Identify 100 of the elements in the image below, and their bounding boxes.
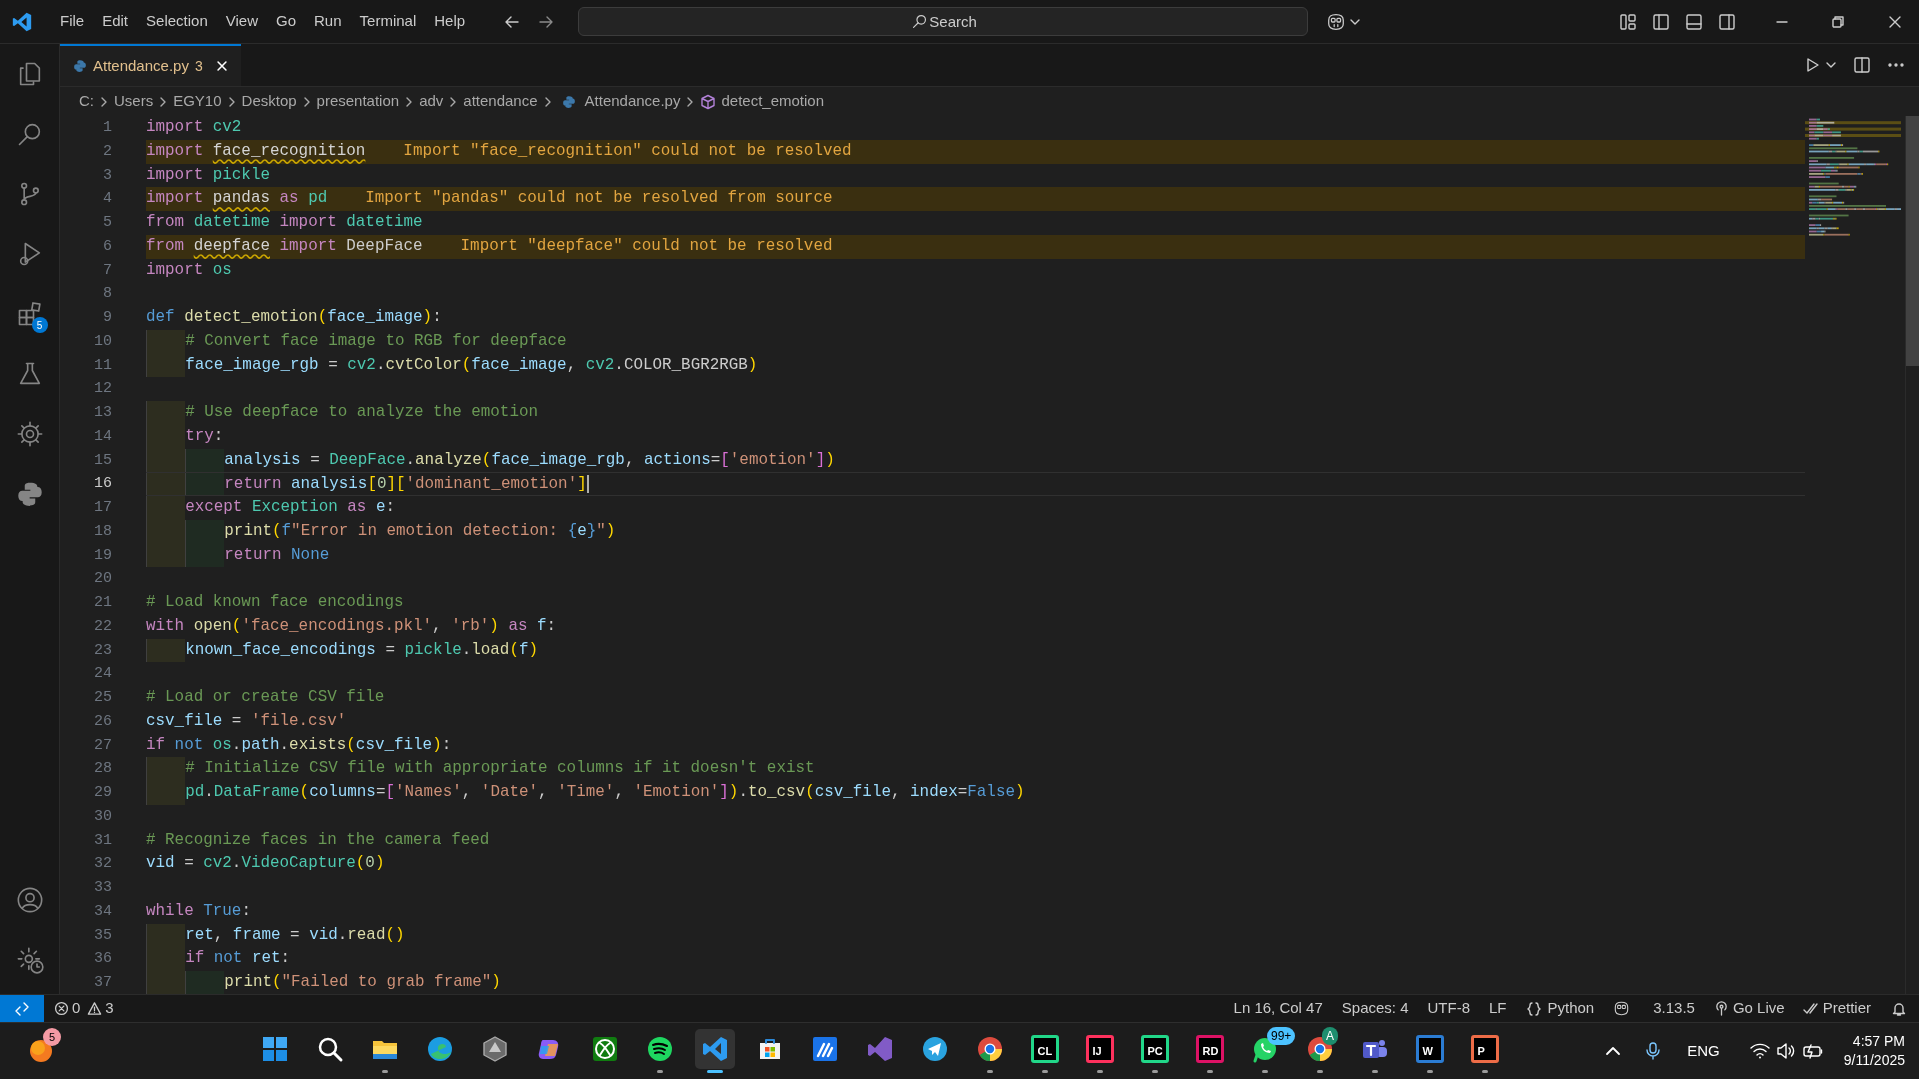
status-item[interactable]: Spaces: 4 — [1341, 997, 1409, 1020]
line-number: 10 — [93, 331, 112, 352]
breadcrumb-item[interactable]: presentation — [316, 90, 400, 113]
code-line: while True: — [146, 900, 251, 922]
menu-item[interactable]: View — [216, 6, 267, 37]
line-number: 29 — [93, 783, 112, 803]
clock-button[interactable]: 4:57 PM 9/11/2025 — [1843, 1032, 1905, 1070]
microphone-icon[interactable] — [1644, 1041, 1663, 1061]
error-icon — [54, 1001, 69, 1016]
account-icon[interactable] — [15, 886, 44, 914]
line-number: 25 — [93, 688, 112, 708]
code-line: if not ret: — [146, 947, 291, 971]
editor-tab[interactable]: Attendance.py 3 — [60, 44, 241, 86]
status-item[interactable]: UTF-8 — [1427, 997, 1470, 1020]
status-item[interactable]: Ln 16, Col 47 — [1233, 997, 1323, 1020]
breadcrumb-item[interactable]: attendance — [463, 90, 538, 113]
breadcrumb-item[interactable]: detect_emotion — [721, 90, 825, 113]
code-line: vid = cv2.VideoCapture(0) — [146, 853, 385, 875]
warning-count[interactable]: 3 — [105, 997, 114, 1020]
prettier-button[interactable]: Prettier — [1822, 997, 1871, 1020]
input-language-button[interactable]: ENG — [1687, 1039, 1720, 1063]
code-line: analysis = DeepFace.analyze(face_image_rgb, actions=['emotion']) — [146, 448, 835, 473]
line-number: 30 — [93, 806, 112, 827]
menu-item[interactable]: Terminal — [350, 6, 426, 37]
code-line: # Initialize CSV file with appropriate columns if it doesn't exist — [146, 757, 815, 781]
minimap-drawing[interactable] — [1805, 118, 1901, 237]
code-line: # Recognize faces in the camera feed — [146, 829, 490, 851]
menu-item[interactable]: Help — [425, 6, 475, 37]
vscode-logo-icon[interactable] — [11, 10, 33, 33]
search-icon — [911, 13, 929, 30]
taskbar-button[interactable]: W — [1409, 1029, 1450, 1069]
breadcrumb-item[interactable]: Attendance.py — [584, 90, 681, 113]
line-number: 12 — [93, 379, 112, 400]
menu-item[interactable]: Selection — [137, 6, 217, 37]
layout-icon[interactable] — [1619, 12, 1637, 31]
breadcrumb-item[interactable]: adv — [419, 90, 444, 113]
code-line: import os — [146, 259, 232, 281]
code-line: ret, frame = vid.read() — [146, 923, 405, 948]
speaker-icon[interactable] — [1775, 1042, 1796, 1060]
text-cursor — [586, 475, 589, 493]
breadcrumb-item[interactable]: EGY10 — [173, 90, 222, 113]
line-number: 2 — [102, 141, 112, 162]
code-line: import face_recognition — [146, 140, 366, 162]
python-icon[interactable] — [15, 480, 44, 508]
breadcrumb-item[interactable]: Users — [114, 90, 154, 113]
taskbar-button[interactable] — [694, 1029, 735, 1069]
code-line: with open('face_encodings.pkl', 'rb') as f: — [146, 615, 557, 637]
taskbar-button[interactable]: RD — [1189, 1029, 1230, 1069]
go-live-button[interactable]: Go Live — [1732, 997, 1785, 1020]
line-number: 7 — [102, 260, 112, 281]
line-number: 8 — [102, 284, 112, 305]
code-line: return None — [146, 543, 330, 568]
status-item[interactable]: LF — [1489, 997, 1507, 1020]
status-item[interactable]: 3.13.5 — [1653, 997, 1695, 1020]
bell-icon[interactable] — [1891, 1000, 1907, 1017]
line-number: 28 — [93, 759, 112, 780]
tab-title: Attendance.py — [93, 55, 189, 76]
double-check-icon — [1802, 1001, 1819, 1016]
menu-item[interactable]: Go — [267, 6, 305, 37]
wifi-icon[interactable] — [1749, 1042, 1770, 1060]
sidebar-left-icon[interactable] — [1652, 12, 1670, 31]
line-number: 24 — [93, 664, 112, 685]
taskbar-button[interactable]: PC — [1134, 1029, 1175, 1069]
code-line: # Load known face encodings — [146, 592, 404, 613]
line-number: 15 — [93, 450, 112, 471]
line-number: 26 — [93, 711, 112, 732]
python-file-icon — [561, 94, 576, 109]
breadcrumb-item[interactable]: C: — [79, 90, 94, 113]
menu-item[interactable]: Run — [305, 6, 351, 37]
battery-icon[interactable] — [1801, 1042, 1824, 1060]
code-line: from datetime import datetime — [146, 212, 423, 233]
close-icon[interactable] — [214, 59, 229, 73]
taskbar-button[interactable]: IJ — [1079, 1029, 1120, 1069]
line-number: 19 — [93, 545, 112, 566]
line-number: 14 — [93, 426, 112, 447]
code-line: import pandas as pd — [146, 188, 328, 210]
line-number: 34 — [93, 901, 112, 922]
gear-outline-icon[interactable] — [15, 420, 44, 448]
split-editor-icon[interactable] — [1853, 56, 1871, 74]
scrollbar-thumb[interactable] — [1906, 116, 1919, 366]
error-count[interactable]: 0 — [72, 997, 81, 1020]
breadcrumb-item[interactable]: Desktop — [241, 90, 297, 113]
menu-item[interactable]: File — [51, 6, 94, 37]
taskbar-button[interactable]: CL — [1024, 1029, 1065, 1069]
search-field[interactable]: Search — [578, 7, 1309, 36]
language-mode[interactable]: Python — [1547, 997, 1595, 1020]
line-number: 23 — [93, 640, 112, 661]
line-number: 27 — [93, 735, 112, 756]
code-line: pd.DataFrame(columns=['Names', 'Date', 'Time', 'Emotion']).to_csv(csv_file, index=False) — [146, 781, 1025, 805]
taskbar-button[interactable]: P — [1464, 1029, 1505, 1069]
code-line: # Use deepface to analyze the emotion — [146, 401, 538, 425]
notification-badge: A — [1322, 1027, 1338, 1045]
notification-badge: 5 — [43, 1028, 61, 1046]
sidebar-right-icon[interactable] — [1718, 12, 1736, 31]
gear-clock-icon[interactable] — [15, 946, 44, 974]
panel-bottom-icon[interactable] — [1685, 12, 1703, 31]
restore-icon[interactable] — [1830, 13, 1846, 30]
menu-item[interactable]: Edit — [93, 6, 138, 37]
line-number: 32 — [93, 854, 112, 875]
line-number: 6 — [102, 236, 112, 257]
